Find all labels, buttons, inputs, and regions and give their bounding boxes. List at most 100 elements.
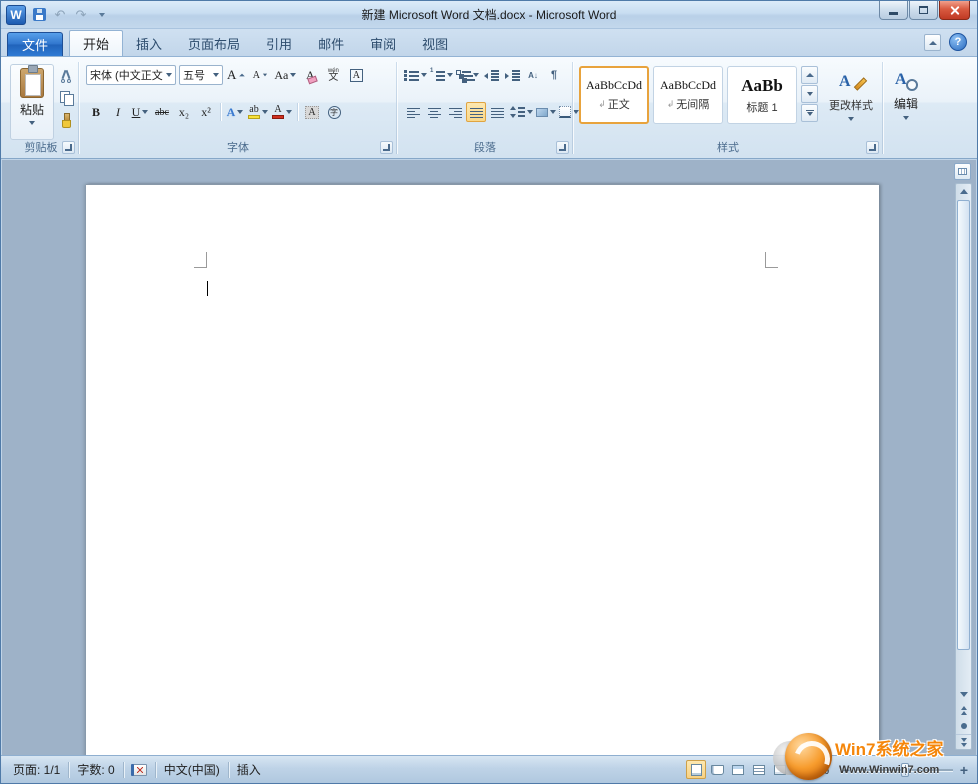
chevron-down-icon (550, 110, 556, 114)
word-count[interactable]: 字数: 0 (69, 760, 122, 780)
distribute-icon (491, 106, 504, 118)
show-hide-marks-button[interactable]: ¶ (544, 65, 564, 85)
align-center-icon (428, 106, 441, 118)
clear-formatting-button[interactable]: A (300, 65, 320, 85)
increase-indent-icon (505, 69, 520, 81)
phonetic-guide-button[interactable]: wén 文 (323, 65, 343, 85)
bullets-button[interactable] (403, 65, 428, 85)
superscript-button[interactable]: x² (196, 102, 216, 122)
change-styles-icon: A (839, 73, 863, 93)
decrease-indent-button[interactable] (481, 65, 501, 85)
proofing-status[interactable] (124, 760, 155, 780)
previous-page-button[interactable] (956, 703, 971, 718)
align-left-button[interactable] (403, 102, 423, 122)
scrollbar-thumb[interactable] (957, 200, 970, 650)
clipboard-dialog-launcher[interactable] (62, 141, 75, 154)
distribute-button[interactable] (487, 102, 507, 122)
tab-file[interactable]: 文件 (7, 32, 63, 56)
chevron-down-icon (807, 92, 813, 96)
font-size-select[interactable]: 五号 (179, 65, 223, 85)
tab-review[interactable]: 审阅 (357, 31, 409, 56)
font-name-select[interactable]: 宋体 (中文正文 (86, 65, 176, 85)
sort-button[interactable]: A↓ (523, 65, 543, 85)
maximize-button[interactable] (909, 1, 938, 20)
bullets-icon (404, 69, 419, 81)
scroll-down-button[interactable] (956, 687, 971, 702)
subscript-button[interactable]: x₂ (174, 102, 194, 122)
styles-more-button[interactable] (801, 104, 818, 122)
italic-button[interactable]: I (108, 102, 128, 122)
chevron-down-icon (99, 13, 105, 17)
editing-button[interactable]: A 编辑 (886, 64, 926, 148)
copy-button[interactable] (56, 88, 76, 108)
change-styles-button[interactable]: A 更改样式 (825, 64, 877, 144)
enclose-characters-button[interactable]: 字 (324, 102, 344, 122)
save-button[interactable] (30, 6, 48, 24)
tab-view[interactable]: 视图 (409, 31, 461, 56)
style-item-heading1[interactable]: AaBb 标题 1 (727, 66, 797, 124)
align-right-button[interactable] (445, 102, 465, 122)
character-shading-button[interactable]: A (302, 102, 322, 122)
cut-button[interactable] (56, 66, 76, 86)
font-name-value: 宋体 (中文正文 (90, 67, 163, 83)
highlight-icon: ab (248, 106, 260, 119)
qat-customize-button[interactable] (93, 6, 111, 24)
outline-view-button[interactable] (749, 760, 769, 779)
strikethrough-button[interactable]: abc (152, 102, 172, 122)
character-border-button[interactable]: A (346, 65, 366, 85)
word-app-icon[interactable]: W (6, 5, 26, 25)
proofing-book-icon (132, 764, 147, 776)
format-painter-button[interactable] (56, 110, 76, 130)
font-dialog-launcher[interactable] (380, 141, 393, 154)
page-indicator[interactable]: 页面: 1/1 (5, 760, 68, 780)
web-layout-view-button[interactable] (728, 760, 748, 779)
print-layout-view-button[interactable] (686, 760, 706, 779)
underline-button[interactable]: U (130, 102, 150, 122)
styles-scroll-down-button[interactable] (801, 85, 818, 103)
tab-home[interactable]: 开始 (69, 30, 123, 56)
ruler-toggle-button[interactable] (954, 163, 971, 180)
redo-button[interactable]: ↷ (72, 6, 90, 24)
numbering-button[interactable]: 1 (429, 65, 454, 85)
multilevel-list-button[interactable] (455, 65, 480, 85)
grow-font-button[interactable]: A (226, 65, 247, 85)
shrink-font-button[interactable]: A (250, 65, 270, 85)
vertical-scrollbar[interactable] (955, 183, 972, 750)
minimize-ribbon-button[interactable] (924, 34, 941, 51)
tab-references[interactable]: 引用 (253, 31, 305, 56)
justify-icon (470, 106, 483, 118)
arrow-down-icon (960, 692, 968, 697)
tab-insert[interactable]: 插入 (123, 31, 175, 56)
full-screen-reading-view-button[interactable] (707, 760, 727, 779)
style-item-normal[interactable]: AaBbCcDd ↲正文 (579, 66, 649, 124)
document-page[interactable] (86, 184, 879, 755)
undo-button[interactable]: ↶ (51, 6, 69, 24)
tab-page-layout[interactable]: 页面布局 (175, 31, 253, 56)
text-effects-button[interactable]: A (225, 102, 245, 122)
ruler-icon (958, 168, 967, 175)
line-spacing-button[interactable] (508, 102, 534, 122)
change-case-button[interactable]: Aa (273, 65, 297, 85)
chevron-down-icon (237, 110, 243, 114)
insert-mode-indicator[interactable]: 插入 (229, 760, 269, 780)
style-item-no-spacing[interactable]: AaBbCcDd ↲无间隔 (653, 66, 723, 124)
paragraph-dialog-launcher[interactable] (556, 141, 569, 154)
scroll-up-button[interactable] (956, 184, 971, 199)
help-button[interactable]: ? (949, 33, 967, 51)
tab-mailings[interactable]: 邮件 (305, 31, 357, 56)
increase-indent-button[interactable] (502, 65, 522, 85)
chevron-down-icon (263, 74, 267, 77)
minimize-button[interactable] (879, 1, 908, 20)
shading-button[interactable] (535, 102, 557, 122)
paste-button[interactable]: 粘贴 (10, 64, 54, 140)
styles-dialog-launcher[interactable] (866, 141, 879, 154)
styles-scroll-up-button[interactable] (801, 66, 818, 84)
highlight-color-button[interactable]: ab (247, 102, 269, 122)
close-button[interactable] (939, 1, 970, 20)
align-center-button[interactable] (424, 102, 444, 122)
font-color-button[interactable]: A (271, 102, 293, 122)
language-indicator[interactable]: 中文(中国) (156, 760, 228, 780)
justify-button[interactable] (466, 102, 486, 122)
bold-button[interactable]: B (86, 102, 106, 122)
chevron-down-icon (262, 110, 268, 114)
